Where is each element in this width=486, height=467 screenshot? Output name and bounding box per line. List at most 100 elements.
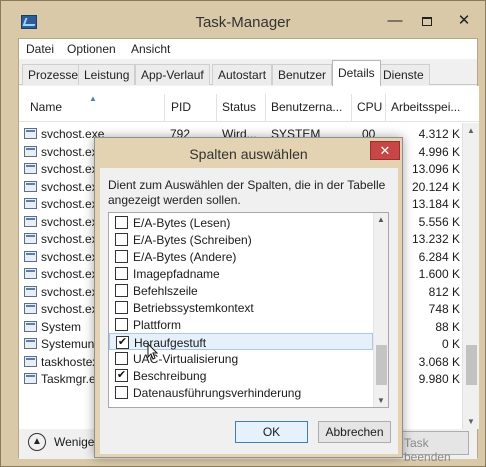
column-option-label: Datenausführungsverhinderung [133, 386, 302, 400]
tab-bar: Prozesse Leistung App-Verlauf Autostart … [19, 59, 477, 86]
scroll-down-icon[interactable]: ▼ [467, 417, 475, 426]
process-icon [24, 145, 37, 157]
column-divider[interactable] [164, 94, 165, 122]
column-checkbox[interactable] [115, 216, 128, 229]
title-bar[interactable]: Task-Manager — ✕ [1, 1, 485, 39]
column-option[interactable]: Betriebssystemkontext [109, 299, 373, 316]
scroll-up-icon[interactable]: ▲ [467, 126, 475, 135]
tab-dienste[interactable]: Dienste [377, 64, 430, 85]
mouse-cursor-icon [147, 343, 159, 360]
maximize-icon [422, 17, 432, 26]
process-icon [24, 180, 37, 192]
cell-mem: 748 K [428, 302, 460, 316]
col-header-mem[interactable]: Arbeitsspei... [391, 100, 460, 114]
cell-mem: 13.184 K [411, 197, 460, 211]
sort-ascending-icon: ▲ [89, 94, 97, 103]
column-checkbox[interactable] [115, 318, 128, 331]
process-icon [24, 215, 37, 227]
chevron-up-icon[interactable]: ▲ [28, 433, 46, 451]
column-checkbox[interactable]: ✔ [115, 369, 128, 382]
column-checkbox[interactable] [115, 284, 128, 297]
process-icon [24, 338, 37, 349]
cell-mem: 4.312 K [418, 127, 460, 141]
dialog-close-button[interactable]: ✕ [370, 141, 400, 160]
column-option-label: Plattform [133, 318, 182, 332]
column-checkbox[interactable] [115, 267, 128, 280]
cell-mem: 3.068 K [418, 354, 460, 369]
checklist-scrollbar[interactable]: ▲ ▼ [373, 213, 388, 407]
column-option[interactable]: ✔ Beschreibung [109, 367, 373, 384]
column-option-label: Befehlszeile [133, 284, 198, 298]
menu-ansicht[interactable]: Ansicht [131, 42, 170, 56]
column-divider[interactable] [351, 94, 352, 122]
column-option[interactable]: E/A-Bytes (Schreiben) [109, 231, 373, 248]
process-icon [24, 285, 37, 297]
tab-prozesse[interactable]: Prozesse [22, 64, 85, 85]
process-icon [24, 320, 37, 332]
cell-mem: 20.124 K [411, 179, 460, 194]
column-option-label: Beschreibung [133, 369, 207, 383]
menu-datei[interactable]: Datei [26, 42, 54, 56]
scroll-up-icon[interactable]: ▲ [377, 215, 385, 224]
cell-mem: 812 K [428, 284, 460, 299]
column-option-label: E/A-Bytes (Schreiben) [133, 233, 252, 247]
dialog-title-bar[interactable]: Spalten auswählen ✕ [95, 138, 402, 168]
process-icon [24, 163, 37, 174]
column-checkbox[interactable]: ✔ [116, 336, 129, 349]
table-scrollbar[interactable]: ▲ ▼ [462, 123, 479, 429]
tab-leistung[interactable]: Leistung [78, 64, 136, 85]
col-header-cpu[interactable]: CPU [357, 100, 382, 114]
column-option[interactable]: Datenausführungsverhinderung [109, 384, 373, 401]
menu-optionen[interactable]: Optionen [67, 42, 116, 56]
column-option-label: E/A-Bytes (Andere) [133, 250, 237, 264]
col-header-status[interactable]: Status [222, 100, 256, 114]
dialog-body: Dient zum Auswählen der Spalten, die in … [100, 168, 398, 454]
cancel-button[interactable]: Abbrechen [318, 421, 391, 443]
column-option-label: Betriebssystemkontext [133, 301, 254, 315]
process-icon [24, 250, 37, 262]
tab-app-verlauf[interactable]: App-Verlauf [135, 64, 210, 85]
column-divider[interactable] [216, 94, 217, 122]
column-checklist: E/A-Bytes (Lesen) E/A-Bytes (Schreiben) E/… [108, 212, 389, 408]
cell-name: System [41, 319, 82, 334]
cell-mem: 9.980 K [418, 372, 460, 386]
process-icon [24, 198, 37, 209]
column-option[interactable]: E/A-Bytes (Andere) [109, 248, 373, 265]
menu-bar: Datei Optionen Ansicht [19, 39, 477, 59]
scrollbar-thumb[interactable] [376, 345, 387, 385]
process-icon [24, 355, 37, 367]
column-option-label: Imagepfadname [133, 267, 220, 281]
col-header-name[interactable]: Name [30, 100, 62, 114]
column-option[interactable]: E/A-Bytes (Lesen) [109, 214, 373, 231]
dialog-title: Spalten auswählen [189, 146, 308, 162]
column-checkbox[interactable] [115, 250, 128, 263]
cell-mem: 0 K [441, 337, 460, 351]
minimize-button[interactable]: — [381, 11, 409, 33]
scroll-down-icon[interactable]: ▼ [377, 396, 385, 405]
scrollbar-thumb[interactable] [466, 345, 477, 385]
col-header-user[interactable]: Benutzerna... [271, 100, 342, 114]
column-option-label: Heraufgestuft [134, 336, 207, 350]
process-icon [24, 303, 37, 314]
select-columns-dialog: Spalten auswählen ✕ Dient zum Auswählen … [94, 137, 403, 458]
column-option[interactable]: Befehlszeile [109, 282, 373, 299]
column-checkbox[interactable] [115, 386, 128, 399]
column-option[interactable]: Imagepfadname [109, 265, 373, 282]
column-option[interactable]: Plattform [109, 316, 373, 333]
column-checkbox[interactable] [115, 301, 128, 314]
maximize-button[interactable] [413, 11, 441, 33]
ok-button[interactable]: OK [235, 421, 308, 443]
column-divider[interactable] [265, 94, 266, 122]
column-checkbox[interactable] [115, 233, 128, 246]
tab-benutzer[interactable]: Benutzer [272, 64, 333, 85]
column-divider[interactable] [385, 94, 386, 122]
column-checkbox[interactable] [115, 352, 128, 365]
col-header-pid[interactable]: PID [171, 100, 191, 114]
cell-mem: 5.556 K [418, 214, 460, 229]
close-button[interactable]: ✕ [446, 11, 482, 33]
process-icon [24, 268, 37, 279]
tab-autostart[interactable]: Autostart [212, 64, 273, 85]
process-icon [24, 128, 37, 139]
cell-mem: 13.232 K [411, 232, 460, 246]
tab-details[interactable]: Details [332, 60, 381, 86]
